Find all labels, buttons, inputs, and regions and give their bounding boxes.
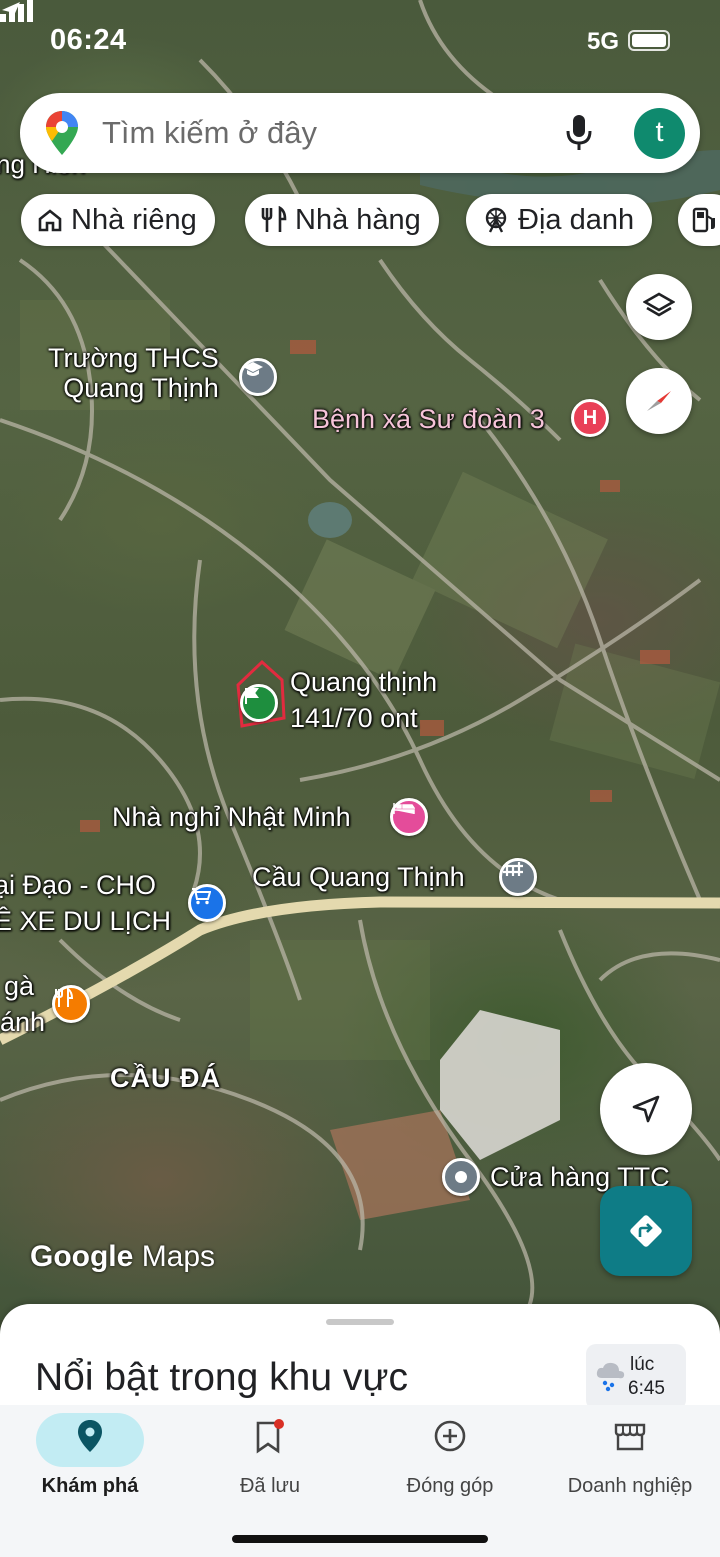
navigation-arrow-icon	[632, 1095, 660, 1123]
layers-icon	[643, 292, 675, 317]
restaurant-label-line2: ánh	[0, 1006, 46, 1037]
google-maps-logo-icon	[46, 111, 78, 155]
attribution-maps: Maps	[141, 1240, 216, 1273]
battery-icon	[628, 30, 670, 51]
chip-landmarks[interactable]: Địa danh	[466, 194, 653, 246]
shop-label-line1: ại Đạo - CHO	[0, 870, 157, 900]
map-label-school[interactable]: Trường THCS Quang Thịnh	[48, 343, 219, 403]
map-label-motel[interactable]: Nhà nghỉ Nhật Minh	[112, 802, 351, 833]
map-label-restaurant[interactable]: gà ánh	[0, 971, 46, 1037]
sheet-title: Nổi bật trong khu vực	[35, 1356, 408, 1399]
gas-station-icon	[692, 207, 715, 233]
school-label-line1: Trường THCS	[48, 343, 219, 373]
status-bar: 06:24 5G	[0, 0, 720, 84]
restaurant-label-line1: gà	[4, 971, 35, 1001]
storefront-icon	[614, 1423, 646, 1451]
parcel-label-line1: Quang thịnh	[290, 667, 438, 697]
chip-home[interactable]: Nhà riêng	[21, 194, 215, 246]
nav-business-label: Doanh nghiệp	[567, 1475, 693, 1497]
shopping-cart-pin-icon[interactable]	[188, 884, 226, 922]
search-bar[interactable]: Tìm kiếm ở đây t	[20, 93, 700, 173]
nav-explore[interactable]: Khám phá	[0, 1405, 180, 1515]
weather-time: 6:45	[628, 1378, 665, 1399]
restaurant-pin-icon[interactable]	[52, 985, 90, 1023]
nav-explore-label: Khám phá	[41, 1475, 139, 1497]
search-input[interactable]: Tìm kiếm ở đây	[102, 115, 317, 151]
bed-pin-icon[interactable]	[390, 798, 428, 836]
hospital-pin-icon[interactable]: H	[571, 399, 609, 437]
map-label-shop[interactable]: ại Đạo - CHO Ê XE DU LỊCH	[0, 870, 172, 936]
rain-cloud-icon	[596, 1362, 625, 1392]
school-label-line2: Quang Thịnh	[63, 372, 219, 403]
avatar[interactable]: t	[634, 108, 685, 159]
layers-button[interactable]	[626, 274, 692, 340]
home-icon	[38, 209, 62, 232]
chip-restaurants-label: Nhà hàng	[295, 203, 421, 236]
google-maps-attribution: Google Maps	[30, 1240, 215, 1274]
home-indicator[interactable]	[232, 1535, 488, 1543]
nav-contribute[interactable]: Đóng góp	[360, 1405, 540, 1515]
flag-pin-icon[interactable]	[240, 684, 278, 722]
chip-landmarks-label: Địa danh	[518, 203, 635, 236]
restaurant-icon	[261, 206, 287, 232]
weather-prefix: lúc	[630, 1354, 655, 1375]
cellular-signal-icon	[0, 0, 33, 22]
compass-icon	[647, 391, 671, 411]
nav-contribute-label: Đóng góp	[406, 1475, 494, 1497]
weather-widget[interactable]: lúc 6:45	[586, 1344, 686, 1410]
my-location-button[interactable]	[600, 1063, 692, 1155]
sheet-drag-handle[interactable]	[326, 1319, 394, 1325]
ferris-wheel-icon	[485, 207, 507, 233]
location-pin-icon	[78, 1420, 102, 1452]
status-time: 06:24	[50, 24, 127, 56]
directions-icon	[630, 1215, 662, 1247]
place-pin-icon[interactable]	[442, 1158, 480, 1196]
directions-button[interactable]	[600, 1186, 692, 1276]
chip-restaurants[interactable]: Nhà hàng	[245, 194, 439, 246]
nav-saved[interactable]: Đã lưu	[180, 1405, 360, 1515]
nav-saved-label: Đã lưu	[239, 1475, 301, 1497]
bookmark-icon	[256, 1419, 284, 1454]
add-circle-icon	[434, 1420, 466, 1452]
bridge-pin-icon[interactable]	[499, 858, 537, 896]
chip-home-label: Nhà riêng	[71, 203, 197, 236]
map-label-bridge[interactable]: Cầu Quang Thịnh	[252, 862, 465, 893]
school-pin-icon[interactable]	[239, 358, 277, 396]
attribution-google: Google	[30, 1240, 134, 1273]
map-label-area: CẦU ĐÁ	[110, 1063, 221, 1093]
nav-business[interactable]: Doanh nghiệp	[540, 1405, 720, 1515]
map-label-parcel[interactable]: Quang thịnh 141/70 ont	[290, 667, 438, 733]
map-label-hospital[interactable]: Bệnh xá Sư đoàn 3	[312, 404, 545, 435]
parcel-label-line2: 141/70 ont	[290, 702, 418, 733]
compass-button[interactable]	[626, 368, 692, 434]
microphone-icon[interactable]	[566, 113, 592, 153]
shop-label-line2: Ê XE DU LỊCH	[0, 905, 172, 936]
network-type: 5G	[587, 28, 620, 55]
